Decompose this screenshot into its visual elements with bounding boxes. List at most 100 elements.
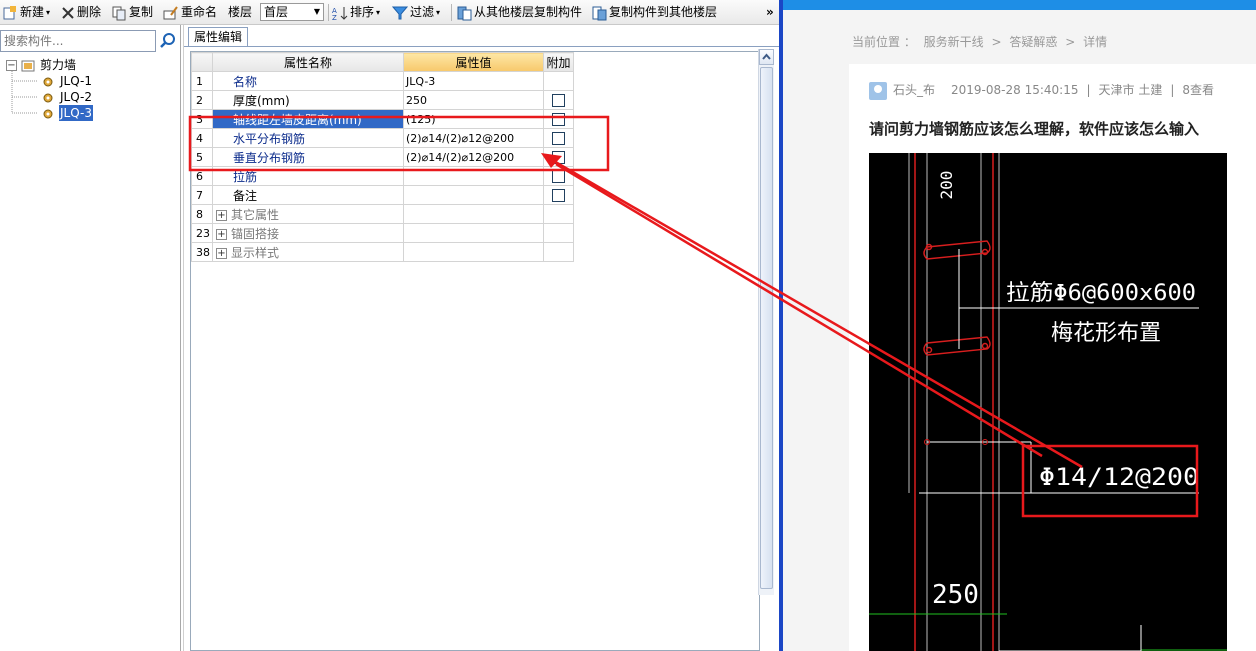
collapse-icon[interactable]: −: [6, 60, 17, 71]
question-meta: 石头_布 2019-08-28 15:40:15 | 天津市 土建 | 8查看: [869, 81, 1214, 100]
table-row[interactable]: 38 + 显示样式: [191, 242, 574, 262]
property-group-cell[interactable]: + 锚固搭接: [212, 223, 404, 243]
expand-icon[interactable]: +: [216, 228, 227, 240]
extra-cell: [543, 204, 574, 224]
floor-dropdown[interactable]: 首层 ▼: [260, 3, 324, 21]
search-icon[interactable]: [159, 32, 177, 50]
tree-item-jlq-2[interactable]: JLQ-2: [42, 89, 93, 105]
row-number: 23: [191, 223, 213, 243]
scroll-thumb[interactable]: [760, 67, 773, 589]
grid-header-row: 属性名称 属性值 附加: [191, 52, 574, 72]
tree-root-node[interactable]: − 剪力墙: [6, 57, 77, 73]
table-row[interactable]: 8 + 其它属性: [191, 204, 574, 224]
property-name-cell[interactable]: 名称: [212, 71, 404, 91]
property-value-cell[interactable]: 250: [403, 90, 544, 110]
tree-item-jlq-3[interactable]: JLQ-3: [42, 105, 93, 121]
property-value-cell: [403, 223, 544, 243]
copy-icon: [112, 6, 126, 20]
expand-icon[interactable]: +: [216, 209, 227, 221]
breadcrumb-prefix: 当前位置 ：: [852, 35, 916, 49]
property-editor-panel: 属性编辑 属性名称 属性值 附加 1 名称 JLQ-3 2 厚度(mm) 250…: [183, 25, 783, 651]
breadcrumb-link-service[interactable]: 服务新干线: [924, 35, 984, 49]
rename-icon: [163, 5, 178, 19]
breadcrumb-separator: >: [991, 35, 1002, 49]
copy-button[interactable]: 复制: [111, 3, 153, 22]
property-name-cell[interactable]: 水平分布钢筋: [212, 128, 404, 148]
main-toolbar: 新建 ▾ 删除 复制 重命名 楼层 首层 ▼ A Z 排序 ▾ 过滤 ▾ 从其他楼层复制构件…: [0, 0, 783, 25]
sort-button[interactable]: A Z 排序 ▾: [332, 3, 380, 22]
extra-checkbox[interactable]: [552, 94, 565, 107]
delete-button[interactable]: 删除: [61, 3, 101, 22]
tree-item-jlq-1[interactable]: JLQ-1: [42, 73, 93, 89]
avatar[interactable]: [869, 81, 887, 100]
dim-top-text: 200: [937, 171, 956, 200]
tree-item-label: JLQ-3: [59, 105, 93, 121]
extra-checkbox[interactable]: [552, 170, 565, 183]
extra-checkbox[interactable]: [552, 132, 565, 145]
expand-icon[interactable]: +: [216, 247, 227, 259]
copy-from-floor-button[interactable]: 从其他楼层复制构件: [456, 3, 582, 22]
row-number: 7: [191, 185, 213, 205]
property-grid-area: 属性名称 属性值 附加 1 名称 JLQ-3 2 厚度(mm) 250 3 轴线…: [190, 51, 760, 651]
sort-label: 排序: [350, 5, 375, 19]
tie-label-text: 拉筋Φ6@600x600: [1006, 281, 1196, 306]
copy-from-floor-icon: [457, 6, 472, 20]
grid-header-corner: [191, 52, 213, 72]
table-row[interactable]: 4 水平分布钢筋 (2)⌀14/(2)⌀12@200: [191, 128, 574, 148]
property-name-cell[interactable]: 垂直分布钢筋: [212, 147, 404, 167]
header-property-name[interactable]: 属性名称: [212, 52, 404, 72]
extra-cell: [543, 185, 574, 205]
header-property-value[interactable]: 属性值: [403, 52, 544, 72]
scroll-up-button[interactable]: [759, 49, 774, 65]
delete-icon: [62, 6, 74, 19]
toolbar-overflow-button[interactable]: »: [766, 3, 774, 22]
property-name-cell[interactable]: 轴线距左墙皮距离(mm): [212, 109, 404, 129]
extra-cell: [543, 223, 574, 243]
table-row[interactable]: 6 拉筋: [191, 166, 574, 186]
dim-bottom-text: 250: [932, 580, 979, 610]
gear-icon: [43, 77, 53, 86]
author-name[interactable]: 石头_布: [893, 83, 935, 97]
table-row[interactable]: 2 厚度(mm) 250: [191, 90, 574, 110]
property-value-cell[interactable]: (2)⌀14/(2)⌀12@200: [403, 128, 544, 148]
breadcrumb-link-qa[interactable]: 答疑解惑: [1009, 35, 1057, 49]
property-grid: 属性名称 属性值 附加 1 名称 JLQ-3 2 厚度(mm) 250 3 轴线…: [191, 52, 574, 262]
property-group-cell[interactable]: + 其它属性: [212, 204, 404, 224]
property-value-cell[interactable]: [403, 185, 544, 205]
new-button[interactable]: 新建 ▾: [2, 3, 50, 22]
table-row[interactable]: 23 + 锚固搭接: [191, 223, 574, 243]
property-value-cell[interactable]: [403, 166, 544, 186]
table-row[interactable]: 1 名称 JLQ-3: [191, 71, 574, 91]
header-extra[interactable]: 附加: [543, 52, 574, 72]
post-datetime: 2019-08-28 15:40:15: [951, 83, 1079, 97]
meta-divider: |: [1170, 83, 1175, 97]
property-name-cell[interactable]: 厚度(mm): [212, 90, 404, 110]
table-row[interactable]: 5 垂直分布钢筋 (2)⌀14/(2)⌀12@200: [191, 147, 574, 167]
extra-checkbox[interactable]: [552, 151, 565, 164]
extra-checkbox[interactable]: [552, 113, 565, 126]
filter-button[interactable]: 过滤 ▾: [392, 3, 440, 22]
tree-root-label: 剪力墙: [40, 58, 77, 72]
rename-button[interactable]: 重命名: [163, 3, 217, 22]
post-location: 天津市 土建: [1098, 83, 1163, 97]
property-group-label: 锚固搭接: [231, 226, 280, 241]
gtj-application-window: 新建 ▾ 删除 复制 重命名 楼层 首层 ▼ A Z 排序 ▾ 过滤 ▾ 从其他楼层复制构件…: [0, 0, 783, 651]
property-value-cell[interactable]: (125): [403, 109, 544, 129]
extra-checkbox[interactable]: [552, 189, 565, 202]
tab-property-edit[interactable]: 属性编辑: [188, 27, 248, 47]
copy-to-floor-button[interactable]: 复制构件到其他楼层: [591, 3, 717, 22]
vertical-scrollbar[interactable]: [758, 49, 774, 595]
table-row[interactable]: 3 轴线距左墙皮距离(mm) (125): [191, 109, 574, 129]
search-input[interactable]: 搜索构件...: [0, 30, 156, 52]
property-name-cell[interactable]: 拉筋: [212, 166, 404, 186]
cad-drawing-image[interactable]: 200 拉筋Φ6@600x600 梅花形布置 Φ14/12@200 250: [869, 153, 1227, 651]
property-group-cell[interactable]: + 显示样式: [212, 242, 404, 262]
row-number: 3: [191, 109, 213, 129]
rename-label: 重命名: [181, 5, 218, 19]
property-value-cell[interactable]: (2)⌀14/(2)⌀12@200: [403, 147, 544, 167]
sort-icon: AZ: [332, 6, 348, 21]
property-name-cell[interactable]: 备注: [212, 185, 404, 205]
table-row[interactable]: 7 备注: [191, 185, 574, 205]
floor-dropdown-value: 首层: [264, 5, 289, 19]
property-value-cell[interactable]: JLQ-3: [403, 71, 544, 91]
